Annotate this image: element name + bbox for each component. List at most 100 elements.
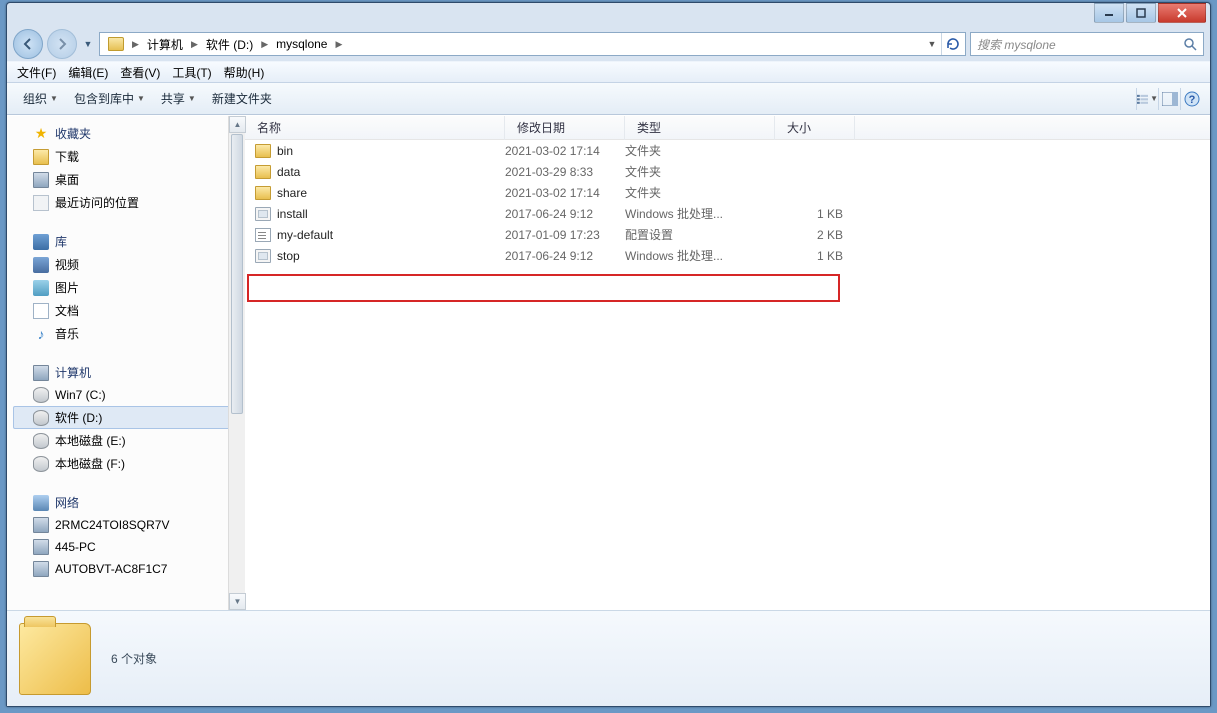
sidebar-item-music[interactable]: ♪音乐 — [13, 322, 244, 345]
menu-view[interactable]: 查看(V) — [114, 62, 166, 83]
folder-icon — [255, 144, 271, 158]
help-button[interactable]: ? — [1180, 88, 1202, 110]
body: ★收藏夹 下载 桌面 最近访问的位置 库 视频 图片 文档 ♪音乐 计算机 Wi… — [7, 115, 1210, 610]
sidebar-item-win7[interactable]: Win7 (C:) — [13, 384, 244, 406]
disk-icon — [33, 387, 49, 403]
address-dropdown[interactable]: ▼ — [923, 39, 941, 49]
menu-help[interactable]: 帮助(H) — [218, 62, 271, 83]
sidebar-item-recent[interactable]: 最近访问的位置 — [13, 191, 244, 214]
folder-preview-icon — [19, 623, 91, 695]
desktop-icon — [33, 172, 49, 188]
file-name: install — [277, 207, 308, 221]
file-date: 2021-03-29 8:33 — [505, 165, 625, 179]
file-type: Windows 批处理... — [625, 247, 775, 264]
sidebar-item-net2[interactable]: 445-PC — [13, 536, 244, 558]
ini-file-icon — [255, 228, 271, 242]
sidebar-item-local-f[interactable]: 本地磁盘 (F:) — [13, 452, 244, 475]
scroll-down-button[interactable]: ▼ — [229, 593, 246, 610]
search-placeholder: 搜索 mysqlone — [977, 36, 1056, 53]
file-name: data — [277, 165, 300, 179]
col-name[interactable]: 名称 — [245, 115, 505, 140]
minimize-button[interactable] — [1094, 3, 1124, 23]
file-size: 2 KB — [775, 228, 855, 242]
scroll-thumb[interactable] — [231, 134, 243, 414]
menu-edit[interactable]: 编辑(E) — [62, 62, 114, 83]
sidebar-item-videos[interactable]: 视频 — [13, 253, 244, 276]
file-row[interactable]: share 2021-03-02 17:14文件夹 — [245, 182, 1210, 203]
navbar: ▼ ▶ 计算机 ▶ 软件 (D:) ▶ mysqlone ▶ ▼ 搜索 mysq… — [7, 27, 1210, 61]
sidebar-item-local-e[interactable]: 本地磁盘 (E:) — [13, 429, 244, 452]
col-size[interactable]: 大小 — [775, 115, 855, 140]
sidebar-item-net3[interactable]: AUTOBVT-AC8F1C7 — [13, 558, 244, 580]
search-input[interactable]: 搜索 mysqlone — [970, 32, 1204, 56]
breadcrumb-root[interactable]: 计算机 — [141, 36, 189, 53]
file-row[interactable]: my-default2017-01-09 17:23配置设置2 KB — [245, 224, 1210, 245]
new-folder-button[interactable]: 新建文件夹 — [204, 86, 280, 111]
column-headers: 名称 修改日期 类型 大小 — [245, 116, 1210, 140]
organize-button[interactable]: 组织▼ — [15, 86, 66, 111]
close-button[interactable] — [1158, 3, 1206, 23]
explorer-window: ▼ ▶ 计算机 ▶ 软件 (D:) ▶ mysqlone ▶ ▼ 搜索 mysq… — [6, 2, 1211, 707]
file-type: 文件夹 — [625, 184, 775, 201]
file-row[interactable]: stop2017-06-24 9:12Windows 批处理...1 KB — [245, 245, 1210, 266]
disk-icon — [33, 456, 49, 472]
network-icon — [33, 495, 49, 511]
computer-icon — [33, 365, 49, 381]
search-icon — [1183, 37, 1197, 51]
col-date[interactable]: 修改日期 — [505, 115, 625, 140]
menu-file[interactable]: 文件(F) — [11, 62, 62, 83]
file-name: stop — [277, 249, 300, 263]
recent-icon — [33, 195, 49, 211]
file-type: 文件夹 — [625, 142, 775, 159]
view-mode-button[interactable]: ▼ — [1136, 88, 1158, 110]
sidebar-scrollbar[interactable]: ▲ ▼ — [228, 116, 245, 610]
file-list: 名称 修改日期 类型 大小 bin2021-03-02 17:14文件夹 data… — [245, 116, 1210, 610]
address-bar[interactable]: ▶ 计算机 ▶ 软件 (D:) ▶ mysqlone ▶ ▼ — [99, 32, 966, 56]
col-type[interactable]: 类型 — [625, 115, 775, 140]
annotation-highlight — [247, 274, 840, 302]
sidebar-item-soft[interactable]: 软件 (D:) — [13, 406, 244, 429]
sidebar-item-pictures[interactable]: 图片 — [13, 276, 244, 299]
music-icon: ♪ — [33, 326, 49, 342]
file-rows: bin2021-03-02 17:14文件夹 data 2021-03-29 8:3… — [245, 140, 1210, 610]
picture-icon — [33, 280, 49, 296]
sidebar-library[interactable]: 库 — [13, 230, 244, 253]
folder-icon — [255, 165, 271, 179]
document-icon — [33, 303, 49, 319]
share-button[interactable]: 共享▼ — [153, 86, 204, 111]
back-button[interactable] — [13, 29, 43, 59]
breadcrumb-drive[interactable]: 软件 (D:) — [200, 36, 259, 53]
file-row[interactable]: bin2021-03-02 17:14文件夹 — [245, 140, 1210, 161]
maximize-button[interactable] — [1126, 3, 1156, 23]
file-name: my-default — [277, 228, 333, 242]
menu-tools[interactable]: 工具(T) — [166, 62, 217, 83]
sidebar-item-downloads[interactable]: 下载 — [13, 145, 244, 168]
preview-pane-button[interactable] — [1158, 88, 1180, 110]
folder-icon — [255, 186, 271, 200]
file-size: 1 KB — [775, 207, 855, 221]
sidebar-item-desktop[interactable]: 桌面 — [13, 168, 244, 191]
computer-icon — [33, 539, 49, 555]
forward-button[interactable] — [47, 29, 77, 59]
titlebar — [7, 3, 1210, 27]
sidebar-favorites[interactable]: ★收藏夹 — [13, 122, 244, 145]
breadcrumb-folder[interactable]: mysqlone — [270, 37, 333, 51]
computer-icon — [33, 561, 49, 577]
refresh-button[interactable] — [941, 33, 963, 55]
folder-icon — [33, 149, 49, 165]
status-text: 6 个对象 — [111, 650, 157, 667]
history-dropdown[interactable]: ▼ — [81, 29, 95, 59]
scroll-up-button[interactable]: ▲ — [229, 116, 246, 133]
include-in-library-button[interactable]: 包含到库中▼ — [66, 86, 153, 111]
menubar: 文件(F) 编辑(E) 查看(V) 工具(T) 帮助(H) — [7, 61, 1210, 83]
sidebar-item-net1[interactable]: 2RMC24TOI8SQR7V — [13, 514, 244, 536]
sidebar-network[interactable]: 网络 — [13, 491, 244, 514]
file-date: 2021-03-02 17:14 — [505, 186, 625, 200]
sidebar-computer[interactable]: 计算机 — [13, 361, 244, 384]
file-row[interactable]: data2021-03-29 8:33文件夹 — [245, 161, 1210, 182]
sidebar-item-documents[interactable]: 文档 — [13, 299, 244, 322]
sidebar: ★收藏夹 下载 桌面 最近访问的位置 库 视频 图片 文档 ♪音乐 计算机 Wi… — [7, 116, 245, 610]
file-row[interactable]: install2017-06-24 9:12Windows 批处理...1 KB — [245, 203, 1210, 224]
file-name: share — [277, 186, 307, 200]
file-date: 2017-01-09 17:23 — [505, 228, 625, 242]
